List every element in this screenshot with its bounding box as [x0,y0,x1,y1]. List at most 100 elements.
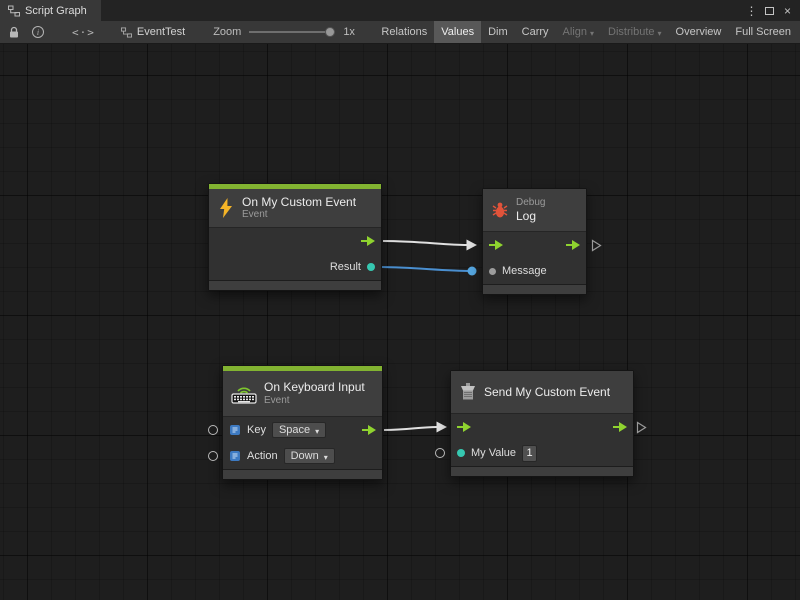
window-controls: ⋮ × [744,0,800,21]
relations-button[interactable]: Relations [374,21,434,43]
send-event-icon [459,382,477,402]
keyboard-icon [231,384,257,404]
zoom-slider-handle[interactable] [325,27,335,37]
result-port-label: Result [330,261,361,273]
node-send-my-custom-event[interactable]: Send My Custom Event My Value 1 [450,370,634,477]
maximize-box [765,7,774,15]
result-output-row: Result [209,254,381,280]
flow-continuation-triangle[interactable] [591,239,602,252]
my-value-unconnected-port[interactable] [435,448,445,458]
code-view-icon[interactable]: <·> [72,26,95,39]
info-icon[interactable]: i [26,21,50,43]
unity-visual-scripting-window: Script Graph ⋮ × i <·> [0,0,800,600]
tab-title: Script Graph [25,5,87,17]
graph-canvas[interactable]: On My Custom Event Event Result [0,44,800,600]
node-header[interactable]: Send My Custom Event [451,371,633,413]
chevron-down-icon: ▾ [590,29,594,38]
carry-button[interactable]: Carry [515,21,556,43]
flow-row [451,414,633,440]
node-title: Send My Custom Event [484,385,610,399]
chevron-down-icon: ▾ [658,29,662,38]
lock-icon[interactable] [2,21,26,43]
node-footer[interactable] [223,470,382,479]
node-header[interactable]: On Keyboard Input Event [223,371,382,416]
tab-script-graph[interactable]: Script Graph [0,0,101,21]
wire-value-result-to-message[interactable] [372,263,477,276]
node-debug-log[interactable]: Debug Log Message [482,188,587,295]
flow-output-port[interactable] [362,425,376,435]
enum-type-icon [229,424,241,436]
flow-output-row [209,228,381,254]
zoom-slider[interactable] [249,26,335,38]
flow-row [483,232,586,258]
message-port-label: Message [502,265,547,277]
flow-output-port[interactable] [613,422,627,432]
enum-type-icon [229,450,241,462]
my-value-field[interactable]: 1 [522,445,537,462]
key-dropdown-value: Space [279,424,310,436]
my-value-input-port[interactable] [457,449,465,457]
wire-flow-keyboard-to-send[interactable] [384,422,447,433]
action-input-row: Action Down ▾ [223,443,382,469]
zoom-slider-track[interactable] [249,31,335,33]
close-icon[interactable]: × [780,5,795,17]
distribute-label: Distribute [608,26,654,38]
node-subtitle: Event [264,395,365,407]
flow-output-port[interactable] [566,240,580,250]
align-button[interactable]: Align ▾ [556,21,601,43]
zoom-control: Zoom 1x [213,26,355,38]
node-surtitle: Debug [516,197,545,209]
flow-input-port[interactable] [457,422,471,432]
node-header[interactable]: On My Custom Event Event [209,189,381,227]
graph-name-label: EventTest [137,26,185,38]
maximize-icon[interactable] [762,5,777,17]
graph-toolbar: i <·> EventTest Zoom 1x Relations Va [0,21,800,44]
flow-output-port[interactable] [361,236,375,246]
graph-name-breadcrumb[interactable]: EventTest [121,26,185,38]
node-title: On My Custom Event [242,195,356,209]
message-input-port[interactable] [489,268,496,275]
action-port-label: Action [247,450,278,462]
node-footer[interactable] [209,281,381,290]
my-value-port-label: My Value [471,447,516,459]
flow-continuation-triangle[interactable] [636,421,647,434]
chevron-down-icon: ▾ [315,427,319,436]
zoom-label: Zoom [213,26,241,38]
graph-wires [0,44,800,600]
bug-icon [491,201,509,219]
wire-flow-customevent-to-log[interactable] [383,240,477,251]
node-footer[interactable] [451,467,633,476]
node-footer[interactable] [483,285,586,294]
result-output-port[interactable] [367,263,375,271]
dim-button[interactable]: Dim [481,21,515,43]
align-label: Align [563,26,587,38]
script-graph-icon [121,27,132,38]
my-value-input-row: My Value 1 [451,440,633,466]
node-on-keyboard-input[interactable]: On Keyboard Input Event Key Space ▾ [222,365,383,480]
chevron-down-icon: ▾ [324,453,328,462]
key-dropdown[interactable]: Space ▾ [272,422,326,438]
node-title: Log [516,209,545,223]
menu-icon[interactable]: ⋮ [744,5,759,17]
window-tab-bar: Script Graph ⋮ × [0,0,800,21]
toolbar-buttons: Relations Values Dim Carry Align ▾ Distr… [374,21,798,43]
action-dropdown[interactable]: Down ▾ [284,448,335,464]
node-on-my-custom-event[interactable]: On My Custom Event Event Result [208,183,382,291]
values-button[interactable]: Values [434,21,481,43]
lightning-bolt-icon [217,198,235,218]
info-glyph: i [32,26,44,38]
overview-button[interactable]: Overview [669,21,729,43]
node-subtitle: Event [242,209,356,221]
distribute-button[interactable]: Distribute ▾ [601,21,668,43]
key-port-label: Key [247,424,266,436]
action-unconnected-port[interactable] [208,451,218,461]
key-input-row: Key Space ▾ [223,417,382,443]
node-title: On Keyboard Input [264,380,365,394]
script-graph-icon [8,5,20,17]
action-dropdown-value: Down [291,450,319,462]
key-unconnected-port[interactable] [208,425,218,435]
full-screen-button[interactable]: Full Screen [728,21,798,43]
node-header[interactable]: Debug Log [483,189,586,231]
flow-input-port[interactable] [489,240,503,250]
zoom-value: 1x [343,26,355,38]
